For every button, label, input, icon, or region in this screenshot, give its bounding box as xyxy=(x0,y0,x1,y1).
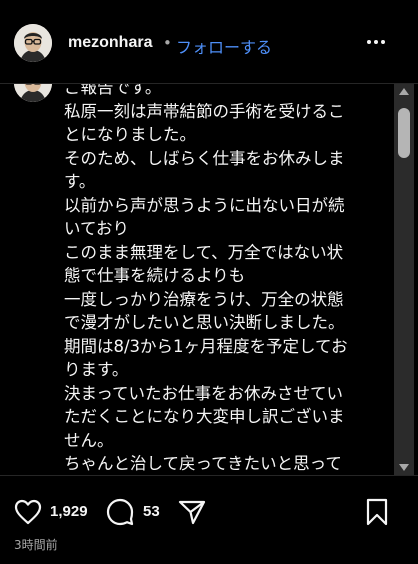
scroll-down-arrow-icon[interactable] xyxy=(399,464,409,471)
caption-line: このまま無理をして、万全ではない状 xyxy=(64,242,344,262)
caption-author-avatar[interactable] xyxy=(14,84,52,102)
vertical-scrollbar[interactable] xyxy=(394,84,414,475)
more-options-icon[interactable] xyxy=(364,32,388,52)
follow-button[interactable]: フォローする xyxy=(176,34,272,58)
caption-line: 態で仕事を続けるよりも xyxy=(64,266,246,285)
caption-line: 期間は8/3から1ヶ月程度を予定してお xyxy=(64,336,348,356)
caption-text: ご報告です。私原一刻は声帯結節の手術を受けるこ とになりました。そのため、しばらく… xyxy=(64,84,374,475)
caption-line: ただくことになり大変申し訳ございま xyxy=(64,407,345,426)
username-link[interactable]: mezonhara xyxy=(68,34,152,52)
caption-line: せん。 xyxy=(64,430,114,450)
caption-line: で漫才がしたいと思い決断しました。 xyxy=(64,313,345,332)
caption-line: いており xyxy=(64,219,130,238)
caption-line: 決まっていたお仕事をお休みさせてい xyxy=(64,383,344,403)
bookmark-icon[interactable] xyxy=(366,498,388,530)
heart-icon[interactable] xyxy=(14,499,42,529)
caption-line: す。 xyxy=(64,172,96,191)
avatar-face-icon xyxy=(14,84,52,102)
caption-line: 以前から声が思うように出ない日が続 xyxy=(64,195,345,215)
comment-count[interactable]: 53 xyxy=(143,503,160,520)
caption-line: ります。 xyxy=(64,360,129,379)
post-header: mezonhara • フォローする xyxy=(0,0,418,84)
profile-avatar[interactable] xyxy=(14,24,52,62)
separator-dot: • xyxy=(163,34,172,52)
avatar-face-icon xyxy=(14,24,52,62)
post-timestamp[interactable]: 3時間前 xyxy=(14,536,58,553)
scroll-up-arrow-icon[interactable] xyxy=(399,88,409,95)
comment-icon[interactable] xyxy=(106,498,134,530)
caption-line: とになりました。 xyxy=(64,125,196,144)
send-icon[interactable] xyxy=(178,499,206,529)
caption-line: 私原一刻は声帯結節の手術を受けるこ xyxy=(64,101,345,121)
post-panel: mezonhara • フォローする ご報告です。私原一刻は声帯結節の手術を受け… xyxy=(0,0,418,564)
scrollbar-thumb[interactable] xyxy=(398,108,410,158)
caption-line: そのため、しばらく仕事をお休みしま xyxy=(64,148,345,168)
caption-line: ご報告です。 xyxy=(64,84,162,97)
action-bar: 1,929 53 3時間前 xyxy=(0,475,418,564)
caption-line: 一度しっかり治療をうけ、万全の状態 xyxy=(64,289,344,309)
like-count[interactable]: 1,929 xyxy=(50,503,88,520)
caption-line: ちゃんと治して戻ってきたいと思って xyxy=(64,454,342,473)
caption-scroll-area[interactable]: ご報告です。私原一刻は声帯結節の手術を受けるこ とになりました。そのため、しばらく… xyxy=(0,84,394,475)
